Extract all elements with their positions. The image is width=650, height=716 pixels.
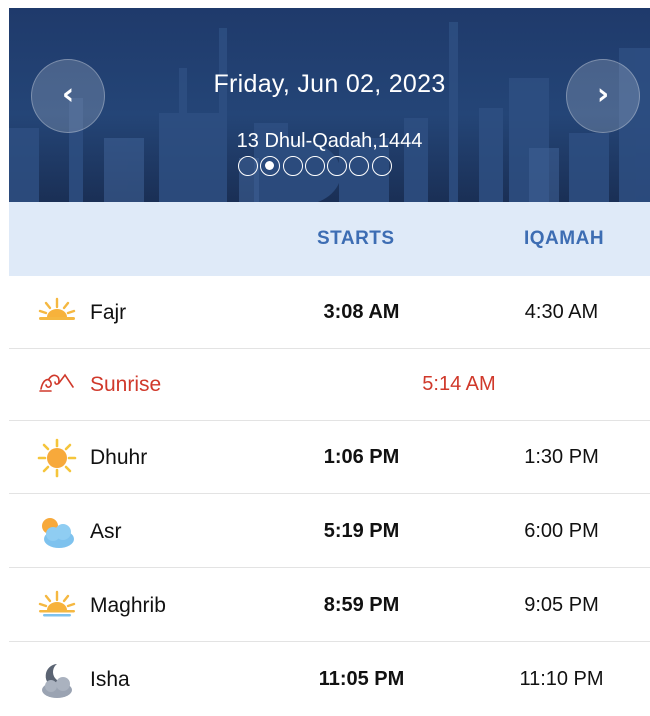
- prayer-name: Dhuhr: [90, 446, 148, 469]
- sunrise-time: 5:14 AM: [422, 373, 496, 395]
- prayer-row-dhuhr: Dhuhr 1:06 PM 1:30 PM: [9, 422, 650, 494]
- prayer-name: Sunrise: [90, 373, 162, 396]
- page-dot[interactable]: [304, 156, 325, 176]
- prayer-row-asr: Asr 5:19 PM 6:00 PM: [9, 496, 650, 568]
- page-dot[interactable]: [371, 156, 392, 176]
- prayer-iqamah-time: 1:30 PM: [524, 446, 599, 468]
- prayer-iqamah-time: 4:30 AM: [524, 301, 599, 323]
- page-dot[interactable]: [327, 156, 348, 176]
- prayer-start-time: 8:59 PM: [323, 594, 400, 616]
- sunrise-icon: [39, 373, 74, 392]
- prayer-name: Maghrib: [90, 594, 166, 617]
- prayer-row-sunrise: Sunrise 5:14 AM: [9, 349, 650, 421]
- prayer-row-maghrib: Maghrib 8:59 PM 9:05 PM: [9, 570, 650, 642]
- page-dot[interactable]: [349, 156, 370, 176]
- starts-column-header: STARTS: [317, 228, 395, 249]
- date-header-banner: ‹ › Friday, Jun 02, 2023 13 Dhul-Qadah,1…: [9, 8, 650, 202]
- prayer-name: Isha: [90, 668, 130, 691]
- iqamah-column-header: IQAMAH: [524, 228, 605, 249]
- hijri-date: 13 Dhul-Qadah,1444: [236, 130, 423, 152]
- page-dot[interactable]: [282, 156, 303, 176]
- sun-cloud-icon: [42, 518, 74, 548]
- prayer-iqamah-time: 6:00 PM: [524, 520, 599, 542]
- sun-icon: [37, 438, 77, 478]
- page-dot[interactable]: [238, 156, 258, 176]
- prayer-row-fajr: Fajr 3:08 AM 4:30 AM: [9, 277, 650, 349]
- prayer-name: Asr: [90, 520, 122, 543]
- dawn-icon: [38, 297, 76, 320]
- prayer-row-isha: Isha 11:05 PM 11:10 PM: [9, 644, 650, 716]
- prayer-iqamah-time: 11:10 PM: [519, 668, 604, 690]
- prayer-start-time: 5:19 PM: [323, 520, 400, 542]
- page-indicator: [238, 156, 394, 182]
- prayer-iqamah-time: 9:05 PM: [524, 594, 599, 616]
- table-header: STARTS IQAMAH: [9, 202, 650, 276]
- prayer-start-time: 3:08 AM: [323, 301, 400, 323]
- prayer-start-time: 11:05 PM: [318, 668, 405, 690]
- prayer-start-time: 1:06 PM: [323, 446, 400, 468]
- gregorian-date: Friday, Jun 02, 2023: [213, 70, 446, 98]
- page-dot-active[interactable]: [260, 156, 281, 176]
- prayer-name: Fajr: [90, 301, 127, 324]
- prayer-times-screen: ‹ › Friday, Jun 02, 2023 13 Dhul-Qadah,1…: [0, 0, 650, 698]
- moon-cloud-icon: [42, 664, 72, 698]
- sunset-icon: [38, 590, 76, 617]
